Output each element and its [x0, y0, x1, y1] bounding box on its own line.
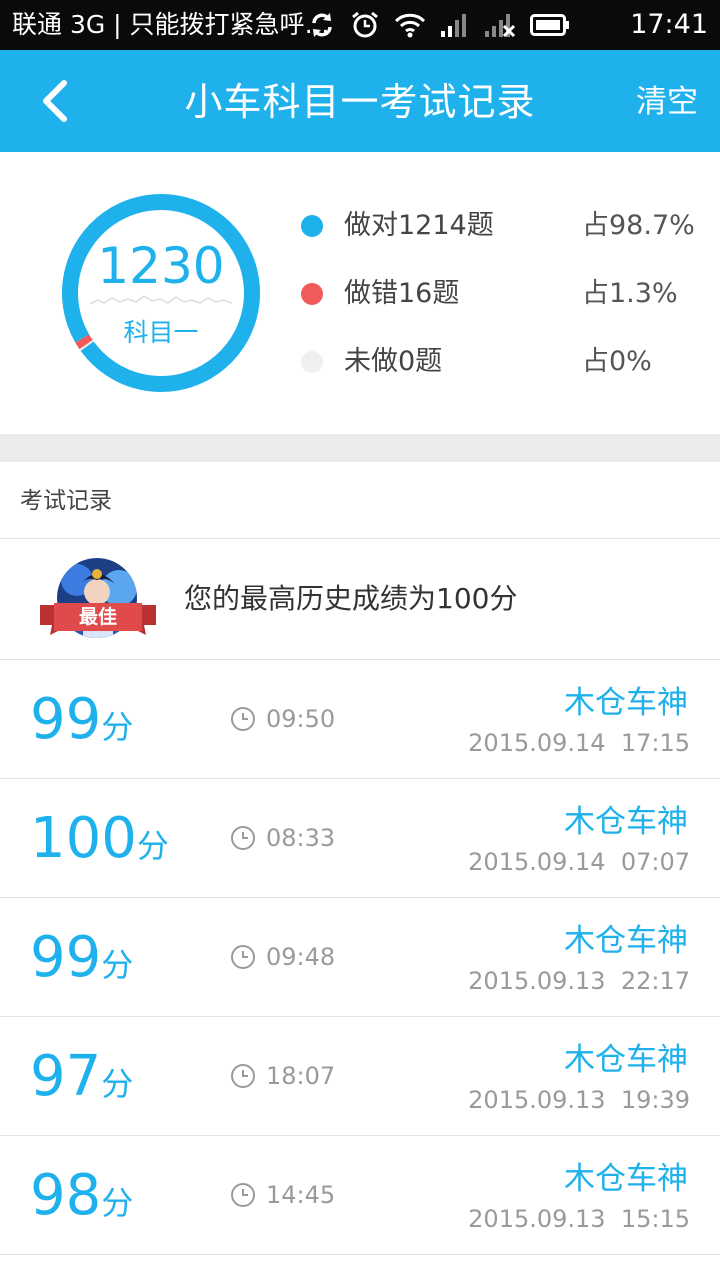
player-name: 木仓车神	[564, 804, 688, 840]
duration-text: 08:33	[266, 824, 336, 852]
clock-icon	[231, 826, 255, 850]
record-row[interactable]: 98分 14:45 木仓车神 2015.09.13 15:15	[0, 1136, 720, 1255]
section-header: 考试记录	[0, 462, 720, 539]
legend-percent: 占1.3%	[582, 278, 678, 309]
player-name: 木仓车神	[564, 1161, 688, 1197]
record-datetime: 2015.09.14 07:07	[468, 848, 690, 876]
duration-text: 14:45	[266, 1181, 336, 1209]
section-title: 考试记录	[20, 488, 112, 514]
clear-button[interactable]: 清空	[636, 82, 698, 122]
legend-unanswered: 未做0题 占0%	[298, 342, 698, 382]
best-badge-label: 最佳	[78, 606, 117, 628]
best-score-text: 您的最高历史成绩为100分	[184, 582, 518, 615]
duration: 09:50	[230, 704, 335, 734]
duration: 08:33	[230, 823, 335, 853]
subject-label: 科目一	[123, 318, 199, 347]
summary-panel: 1230 科目一 做对1214题 占98.7% 做错16题 占1.3% 未做0题…	[0, 152, 720, 434]
battery-icon	[530, 14, 569, 36]
legend-correct: 做对1214题 占98.7%	[298, 206, 698, 246]
score: 97分	[30, 1047, 133, 1114]
player-name: 木仓车神	[564, 685, 688, 721]
legend-percent: 占98.7%	[582, 210, 695, 241]
best-score-row: 最佳 您的最高历史成绩为100分	[0, 539, 720, 660]
legend-dot-icon	[301, 283, 323, 305]
legend-percent: 占0%	[582, 346, 652, 377]
player-name: 木仓车神	[564, 923, 688, 959]
score-value: 100	[30, 806, 137, 871]
clock-icon	[231, 1183, 255, 1207]
score: 99分	[30, 928, 133, 995]
best-badge: 最佳	[40, 557, 156, 641]
score: 100分	[30, 809, 169, 876]
section-divider	[0, 434, 720, 462]
score-unit: 分	[101, 708, 134, 746]
status-bar: 联通 3G | 只能拨打紧急呼… 17:41	[0, 0, 720, 50]
clock: 17:41	[630, 9, 708, 40]
legend-label: 做错16题	[344, 278, 460, 309]
clock-icon	[231, 945, 255, 969]
app-bar: 小车科目一考试记录 清空	[0, 50, 720, 152]
player-name: 木仓车神	[564, 1042, 688, 1078]
legend-dot-icon	[301, 215, 323, 237]
legend-label: 做对1214题	[344, 210, 494, 241]
score-value: 99	[30, 687, 102, 752]
record-row[interactable]: 100分 08:33 木仓车神 2015.09.14 07:07	[0, 779, 720, 898]
clock-icon	[231, 1064, 255, 1088]
record-row[interactable]: 99分 09:48 木仓车神 2015.09.13 22:17	[0, 898, 720, 1017]
duration: 09:48	[230, 942, 335, 972]
score-unit: 分	[101, 1184, 134, 1222]
score: 98分	[30, 1166, 133, 1233]
carrier-text: 联通 3G | 只能拨打紧急呼…	[12, 10, 330, 39]
legend-label: 未做0题	[344, 346, 443, 377]
total-count: 1230	[97, 237, 225, 295]
score-unit: 分	[101, 1065, 134, 1103]
page-title: 小车科目一考试记录	[184, 80, 536, 124]
wifi-icon	[394, 13, 426, 38]
score-unit: 分	[136, 827, 169, 865]
status-icons	[308, 10, 570, 40]
signal-icon	[441, 14, 466, 37]
duration-text: 09:48	[266, 943, 336, 971]
record-datetime: 2015.09.13 19:39	[468, 1086, 690, 1114]
sync-icon	[312, 13, 332, 37]
score-value: 97	[30, 1044, 102, 1109]
record-row[interactable]: 97分 18:07 木仓车神 2015.09.13 19:39	[0, 1017, 720, 1136]
duration-text: 09:50	[266, 705, 336, 733]
score: 99分	[30, 690, 133, 757]
score-value: 99	[30, 925, 102, 990]
score-unit: 分	[101, 946, 134, 984]
alarm-icon	[352, 11, 378, 38]
duration: 14:45	[230, 1180, 335, 1210]
signal-x-icon	[485, 14, 516, 38]
duration: 18:07	[230, 1061, 335, 1091]
record-datetime: 2015.09.13 15:15	[468, 1205, 690, 1233]
score-value: 98	[30, 1163, 102, 1228]
record-row[interactable]: 99分 09:50 木仓车神 2015.09.14 17:15	[0, 660, 720, 779]
record-datetime: 2015.09.13 22:17	[468, 967, 690, 995]
legend-wrong: 做错16题 占1.3%	[298, 274, 698, 314]
clock-icon	[231, 707, 255, 731]
record-datetime: 2015.09.14 17:15	[468, 729, 690, 757]
duration-text: 18:07	[266, 1062, 336, 1090]
legend-dot-icon	[301, 351, 323, 373]
